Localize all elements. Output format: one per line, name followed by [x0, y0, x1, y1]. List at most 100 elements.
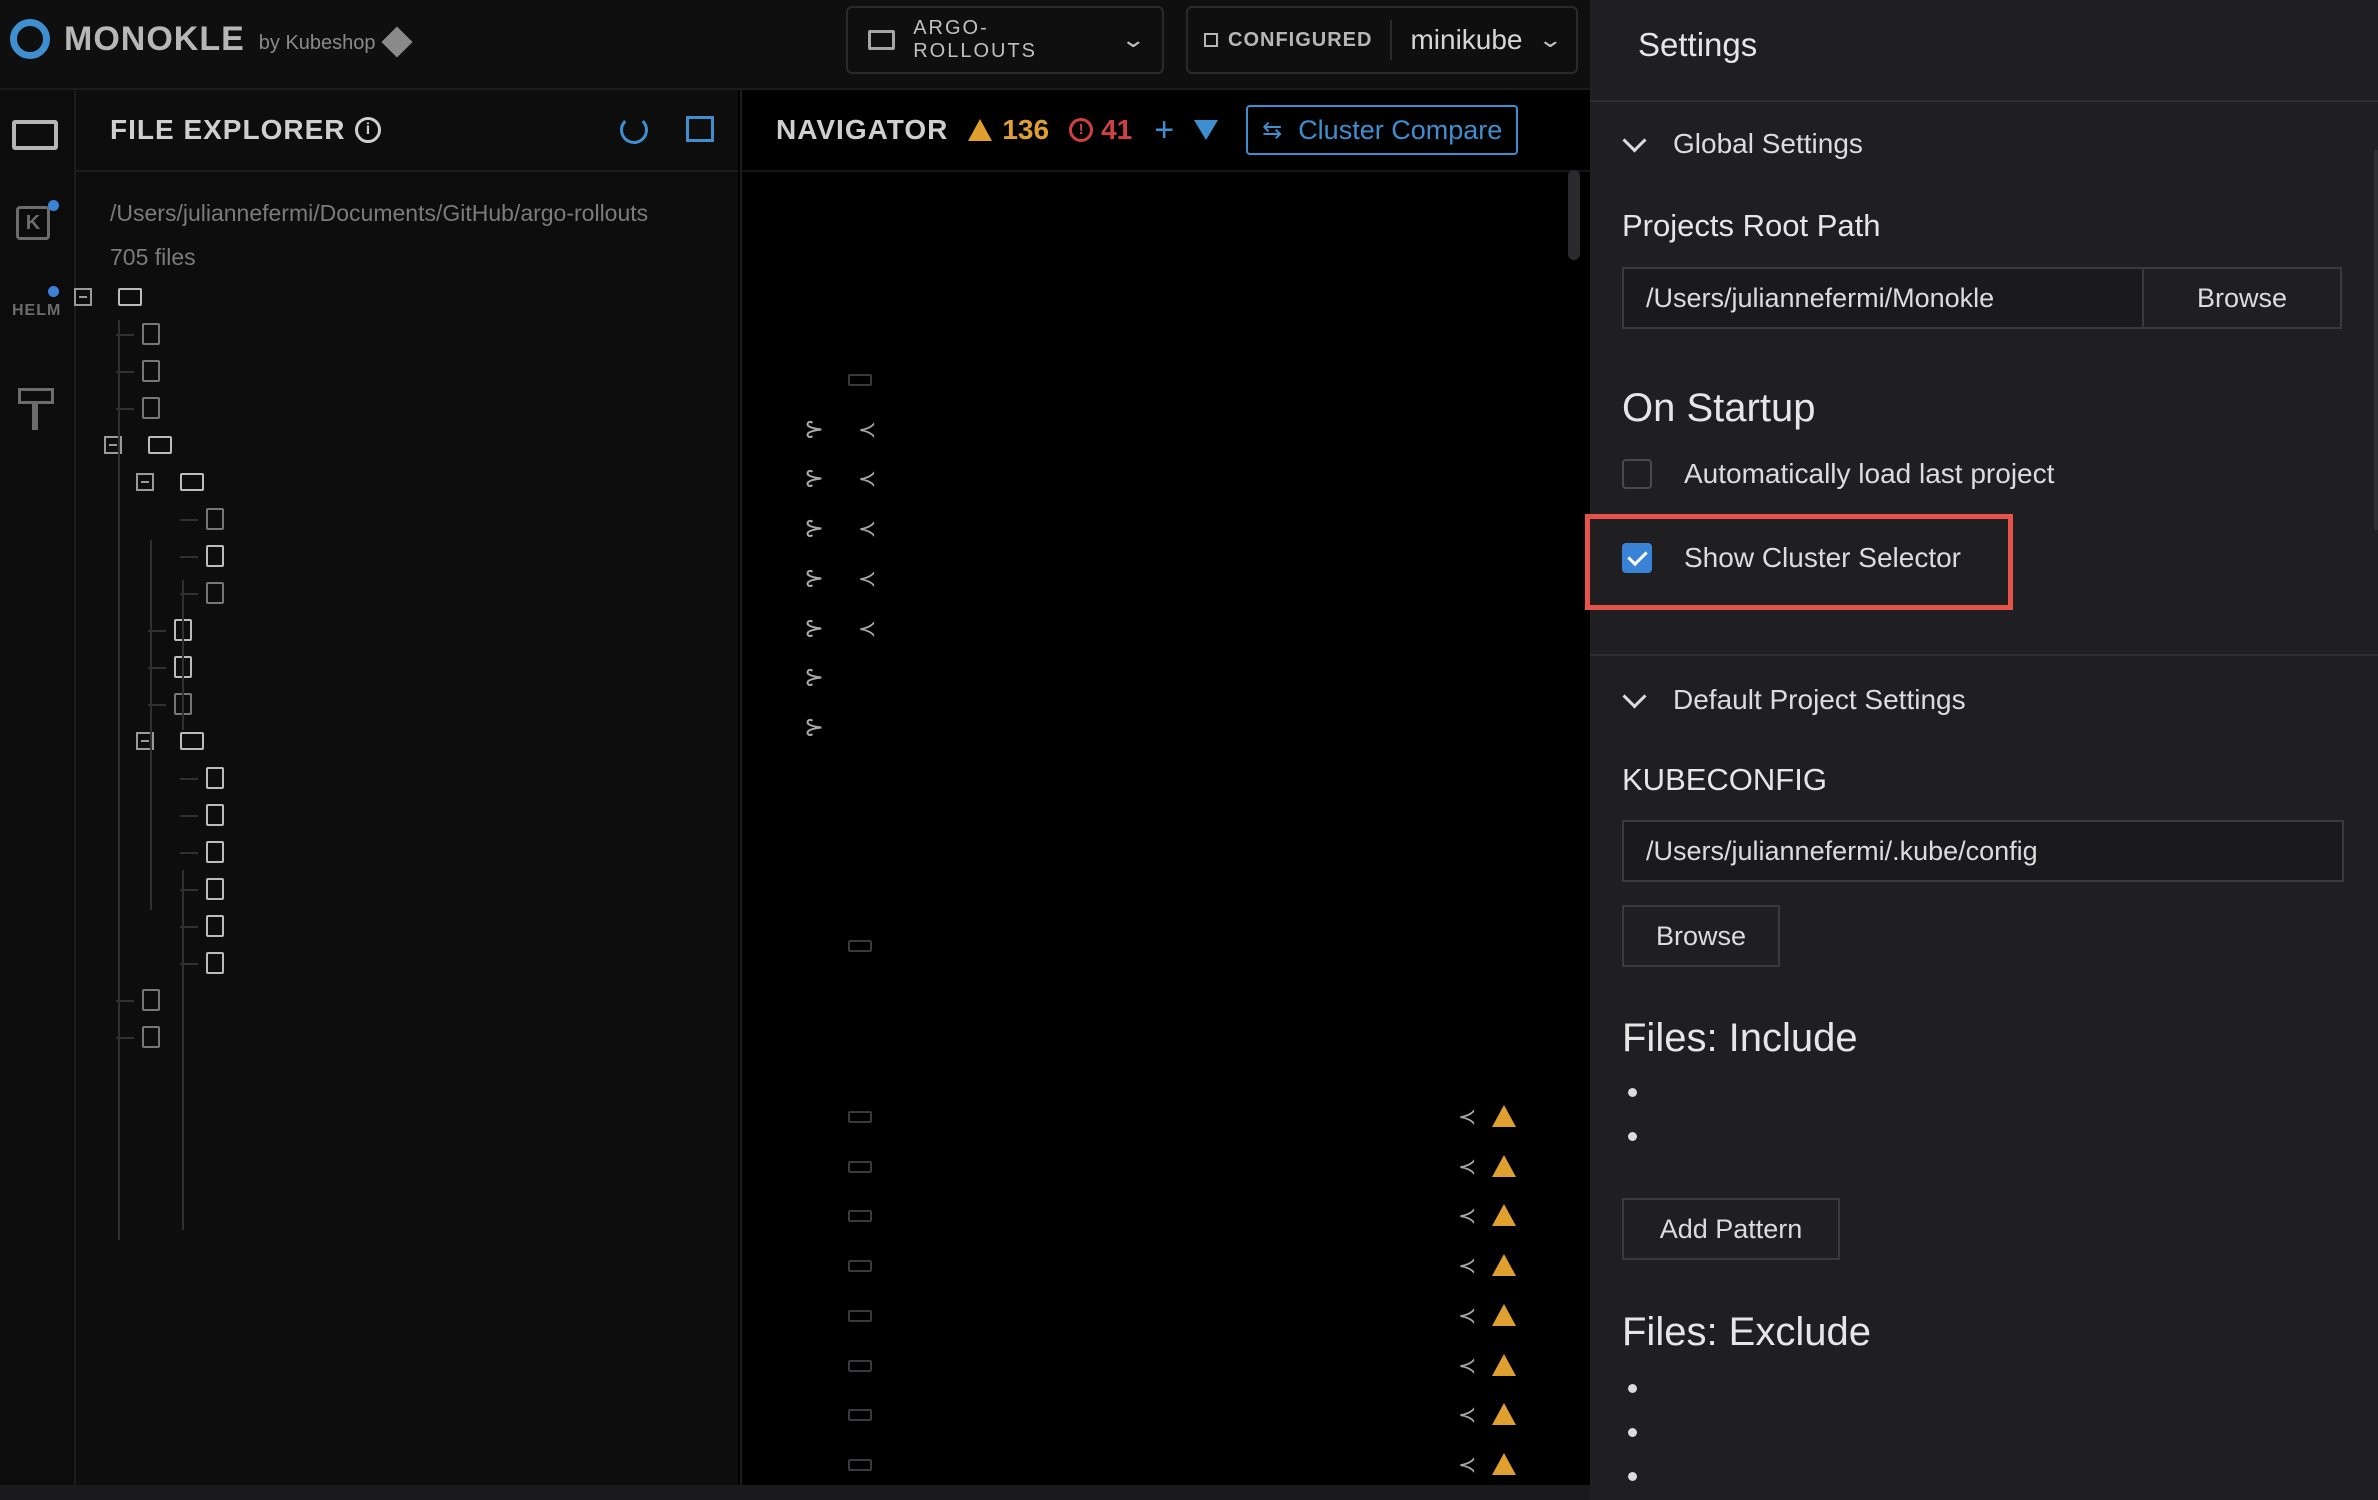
cluster-status-label: CONFIGURED — [1228, 28, 1373, 51]
default-project-settings-toggle[interactable]: Default Project Settings — [1622, 683, 1966, 716]
paint-roller-icon[interactable] — [10, 380, 62, 430]
file-icon — [142, 989, 160, 1011]
share-icon[interactable]: ≺ — [858, 516, 876, 542]
tree-item[interactable] — [206, 574, 240, 612]
tree-item[interactable] — [142, 1018, 176, 1056]
pod-item[interactable]: ≺ — [848, 1246, 1516, 1286]
auto-load-checkbox[interactable] — [1622, 459, 1652, 489]
tree-item[interactable] — [206, 500, 240, 538]
deployment-item[interactable]: ≺ — [848, 509, 876, 549]
share-icon[interactable]: ≺ — [1458, 1154, 1476, 1180]
deployment-item[interactable]: ≺ — [848, 609, 876, 649]
collapse-all-icon[interactable] — [686, 116, 714, 142]
share-icon[interactable]: ≺ — [1458, 1353, 1476, 1379]
navigator-scrollbar[interactable] — [1568, 170, 1580, 260]
kubeconfig-input[interactable]: /Users/juliannefermi/.kube/config — [1622, 820, 2344, 882]
warning-icon — [1492, 1154, 1516, 1177]
settings-scrollbar[interactable] — [2374, 150, 2378, 530]
share-icon[interactable]: ≺ — [1458, 1303, 1476, 1329]
pod-item[interactable]: ≺ — [848, 1346, 1516, 1386]
tree-item[interactable] — [206, 759, 240, 797]
filter-icon[interactable] — [1194, 120, 1219, 140]
tree-item[interactable] — [206, 796, 240, 834]
share-icon[interactable]: ≺ — [1458, 1104, 1476, 1130]
tree-item[interactable] — [136, 463, 220, 501]
tree-item[interactable] — [74, 278, 158, 316]
tree-item[interactable] — [142, 981, 176, 1019]
deployments-section[interactable] — [802, 312, 814, 350]
jobs-section[interactable] — [802, 880, 814, 918]
collapse-folder-icon[interactable] — [74, 288, 92, 306]
info-icon[interactable]: i — [355, 117, 382, 143]
tree-item[interactable] — [104, 426, 188, 464]
project-selector[interactable]: ARGO-ROLLOUTS ⌄ — [846, 6, 1164, 74]
share-icon[interactable]: ≺ — [1458, 1402, 1476, 1428]
navigator-panel: NAVIGATOR 136 ! 41 + ⇆ Cluster Compare ⊱… — [740, 90, 1590, 1485]
cluster-name: minikube — [1410, 24, 1523, 55]
global-settings-toggle[interactable]: Global Settings — [1622, 127, 1863, 160]
highlight-box — [1585, 514, 2013, 610]
pod-item[interactable]: ≺ — [848, 1196, 1516, 1236]
k8s-resources-section[interactable] — [802, 180, 814, 230]
pod-item[interactable]: ≺ — [848, 1445, 1516, 1485]
projects-root-input[interactable]: /Users/juliannefermi/Monokle — [1622, 267, 2144, 329]
tree-item[interactable] — [174, 611, 208, 649]
deployment-item[interactable]: ≺ — [848, 459, 876, 499]
file-explorer-icon[interactable] — [10, 110, 62, 158]
tree-item[interactable] — [136, 722, 220, 760]
kubeconfig-browse-button[interactable]: Browse — [1622, 905, 1780, 967]
warning-icon — [1492, 1353, 1516, 1376]
share-icon[interactable]: ≺ — [858, 466, 876, 492]
file-icon — [142, 323, 160, 345]
refresh-icon[interactable] — [620, 116, 648, 144]
deployment-item[interactable]: ≺ — [848, 410, 876, 450]
deployment-item[interactable] — [848, 360, 884, 400]
namespace-tag — [848, 940, 872, 952]
pod-item[interactable]: ≺ — [848, 1097, 1516, 1137]
collapse-folder-icon[interactable] — [136, 473, 154, 491]
warning-icon — [1492, 1452, 1516, 1475]
share-icon[interactable]: ≺ — [858, 566, 876, 592]
workloads-section[interactable] — [802, 250, 814, 293]
warnings-count[interactable]: 136 — [968, 114, 1049, 146]
file-icon — [206, 915, 224, 937]
file-explorer-panel: FILE EXPLORER i /Users/juliannefermi/Doc… — [74, 90, 738, 1485]
auto-load-option[interactable]: Automatically load last project — [1622, 458, 2054, 490]
chevron-down-icon — [1622, 127, 1647, 153]
share-icon[interactable]: ≺ — [1458, 1203, 1476, 1229]
share-icon[interactable]: ≺ — [858, 616, 876, 642]
tree-item[interactable] — [174, 648, 208, 686]
errors-value: 41 — [1101, 114, 1133, 145]
tree-item[interactable] — [142, 389, 176, 427]
helm-icon[interactable]: HELM — [10, 286, 62, 334]
file-icon — [206, 582, 224, 604]
share-icon[interactable]: ≺ — [1458, 1452, 1476, 1478]
tree-item[interactable] — [142, 352, 176, 390]
tree-item[interactable] — [174, 685, 208, 723]
file-icon — [206, 952, 224, 974]
share-icon[interactable]: ≺ — [1458, 1253, 1476, 1279]
share-icon[interactable]: ≺ — [858, 417, 876, 443]
tree-item[interactable] — [206, 537, 240, 575]
kubernetes-resources-icon[interactable]: K — [10, 198, 62, 246]
add-pattern-button[interactable]: Add Pattern — [1622, 1198, 1840, 1260]
errors-count[interactable]: ! 41 — [1069, 114, 1132, 146]
add-resource-icon[interactable]: + — [1154, 111, 1174, 150]
pod-item[interactable]: ≺ — [848, 1395, 1516, 1435]
tree-item[interactable] — [142, 315, 176, 353]
job-item[interactable] — [848, 926, 884, 966]
pods-section[interactable] — [802, 1050, 814, 1088]
tree-item[interactable] — [206, 944, 240, 982]
cluster-compare-button[interactable]: ⇆ Cluster Compare — [1246, 105, 1519, 155]
pod-item[interactable]: ≺ — [848, 1147, 1516, 1187]
pod-item[interactable]: ≺ — [848, 1296, 1516, 1336]
projects-root-browse-button[interactable]: Browse — [2142, 267, 2342, 329]
deployment-item[interactable]: ≺ — [848, 559, 876, 599]
namespace-tag — [848, 1210, 872, 1223]
warning-icon — [1492, 1303, 1516, 1326]
folder-open-icon — [180, 732, 204, 750]
tree-item[interactable] — [206, 870, 240, 908]
tree-item[interactable] — [206, 833, 240, 871]
tree-item[interactable] — [206, 907, 240, 945]
cluster-selector[interactable]: CONFIGURED minikube ⌄ — [1186, 6, 1578, 74]
